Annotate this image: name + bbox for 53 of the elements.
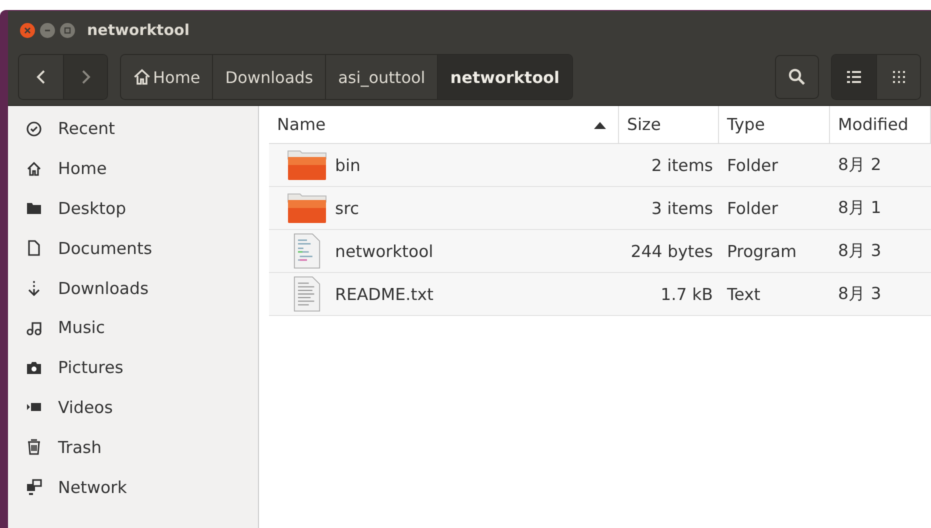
chevron-left-icon: [36, 69, 46, 85]
sidebar-item[interactable]: Pictures: [8, 348, 258, 388]
sidebar-item[interactable]: Music: [8, 308, 258, 348]
file-size: 2 items: [619, 144, 719, 187]
grid-icon: [892, 71, 904, 83]
maximize-button[interactable]: [60, 22, 75, 38]
file-name[interactable]: bin: [335, 156, 361, 174]
sidebar-item[interactable]: Network: [8, 467, 258, 507]
maximize-icon: [64, 26, 71, 34]
file-size: 244 bytes: [619, 230, 719, 273]
minimize-button[interactable]: [40, 22, 55, 38]
trash-icon: [26, 439, 42, 456]
search-icon: [788, 68, 806, 86]
file-modified: 8月 1: [830, 187, 931, 230]
column-title: Name: [277, 115, 326, 134]
file-name[interactable]: src: [335, 198, 360, 218]
home-icon: [26, 160, 42, 177]
sidebar-item[interactable]: Downloads: [8, 268, 258, 308]
file-type: Text: [719, 273, 830, 316]
list-view-button[interactable]: [832, 55, 876, 99]
sidebar-item[interactable]: Documents: [8, 228, 258, 268]
sort-arrow-icon: [594, 120, 606, 128]
recent-icon: [26, 120, 42, 137]
downloads-icon: [26, 280, 42, 296]
sidebar-item[interactable]: Recent: [8, 109, 258, 149]
list-icon: [847, 71, 861, 83]
close-icon: [24, 26, 31, 34]
path-button[interactable]: networktool: [437, 55, 572, 99]
file-type: Folder: [719, 187, 830, 230]
sidebar-item[interactable]: Trash: [8, 427, 258, 468]
file-type: Folder: [719, 144, 830, 187]
sidebar-item[interactable]: Home: [8, 148, 258, 189]
forward-button[interactable]: [63, 55, 107, 99]
home-icon: [133, 68, 151, 86]
sidebar-item[interactable]: Videos: [8, 388, 258, 428]
desktop-icon: [26, 200, 42, 216]
pictures-icon: [26, 360, 42, 376]
file-modified: 8月 3: [830, 230, 931, 273]
file-size: 1.7 kB: [619, 273, 719, 316]
window-title: networktool: [87, 21, 190, 39]
documents-icon: [26, 240, 42, 256]
search-button[interactable]: [775, 55, 819, 99]
network-icon: [26, 479, 42, 496]
chevron-right-icon: [80, 69, 90, 85]
sidebar-item[interactable]: Desktop: [8, 188, 258, 228]
music-icon: [26, 320, 42, 336]
file-type: Program: [719, 230, 830, 273]
file-name[interactable]: README.txt: [335, 284, 434, 304]
file-name[interactable]: networktool: [335, 242, 434, 260]
file-modified: 8月 3: [830, 273, 931, 316]
file-modified: 8月 2: [830, 144, 931, 187]
file-size: 3 items: [619, 187, 719, 230]
close-button[interactable]: [20, 22, 35, 38]
